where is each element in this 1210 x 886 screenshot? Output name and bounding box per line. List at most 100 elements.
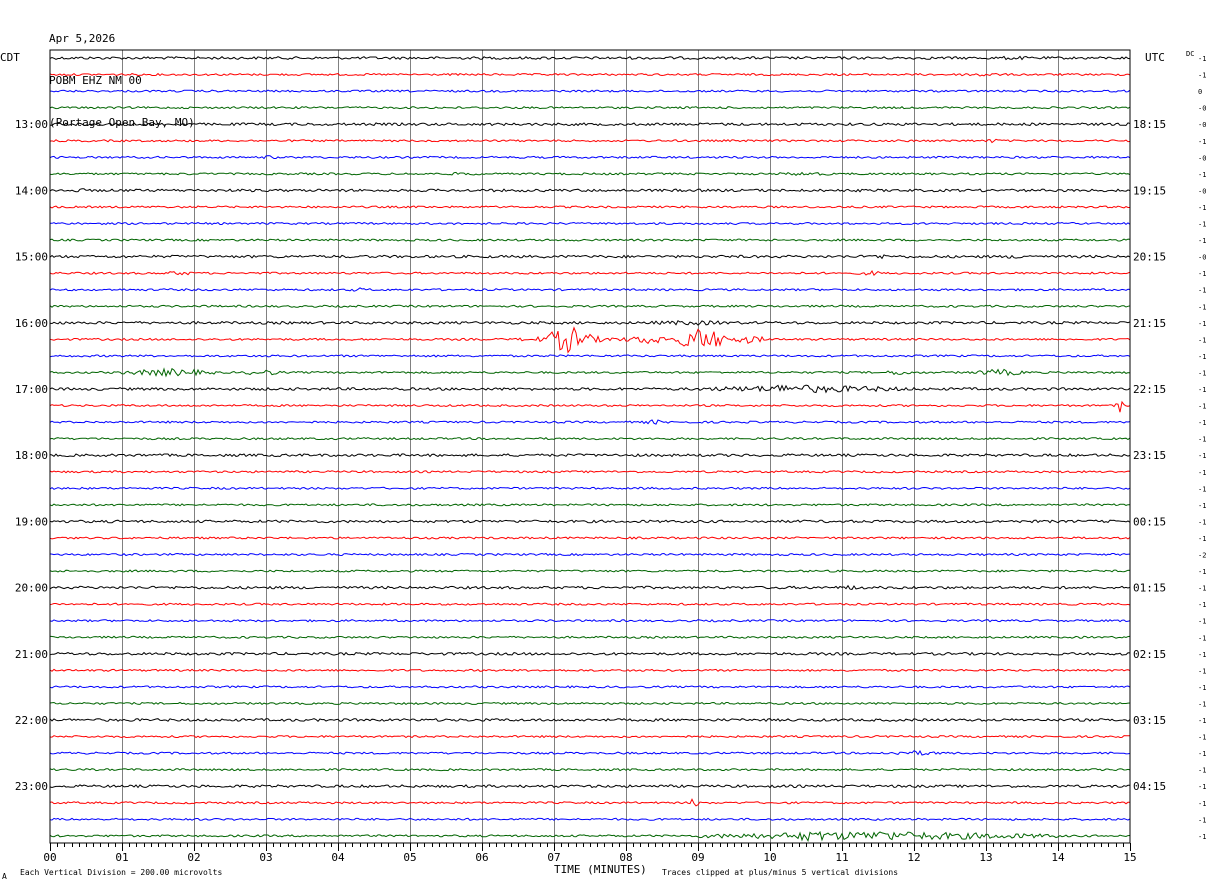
seismic-trace	[49, 817, 1131, 821]
dc-offset-label: -1	[1198, 55, 1206, 63]
utc-hour-label: 19:15	[1133, 184, 1166, 197]
cdt-hour-label: 15:00	[15, 251, 48, 264]
seismic-trace	[49, 536, 1131, 540]
dc-offset-label: -1	[1198, 221, 1206, 229]
x-axis-title: TIME (MINUTES)	[554, 863, 647, 876]
seismic-trace	[49, 155, 1131, 160]
dc-offset-label: 0	[1198, 88, 1202, 96]
seismic-trace	[49, 437, 1131, 441]
header-date: Apr 5,2026	[49, 32, 116, 45]
axis-labels: 00 01 02 03 04 05 06 07 08 09 10 11 12 13 14 15-1-10-0-…	[15, 55, 1207, 864]
seismic-trace	[49, 718, 1131, 723]
dc-header-label: DC	[1186, 50, 1194, 58]
cdt-hour-label: 21:00	[15, 648, 48, 661]
header-station: POBM EHZ NM 00	[49, 74, 142, 87]
x-tick-label: 00	[43, 851, 56, 864]
plot-frame	[49, 49, 1131, 844]
cdt-hour-label: 22:00	[15, 714, 48, 727]
dc-offset-label: -1	[1198, 72, 1206, 80]
x-tick-label: 02	[187, 851, 200, 864]
seismic-trace	[49, 685, 1131, 689]
seismic-trace	[49, 138, 1131, 144]
dc-offset-label: -1	[1198, 320, 1206, 328]
x-tick-label: 06	[475, 851, 488, 864]
seismic-trace	[49, 453, 1131, 458]
utc-hour-label: 20:15	[1133, 251, 1166, 264]
dc-offset-label: -0	[1198, 121, 1206, 129]
utc-hour-label: 22:15	[1133, 383, 1166, 396]
dc-offset-label: -1	[1198, 667, 1206, 675]
dc-offset-label: -1	[1198, 204, 1206, 212]
minute-grid	[122, 50, 1059, 843]
header-location: (Portage Open Bay, MO)	[49, 116, 195, 129]
seismic-trace	[49, 701, 1131, 706]
seismic-trace	[49, 106, 1131, 110]
seismic-traces	[49, 55, 1131, 843]
x-tick-label: 03	[259, 851, 272, 864]
dc-offset-label: -1	[1198, 469, 1206, 477]
seismic-trace	[49, 188, 1131, 193]
utc-hour-label: 18:15	[1133, 118, 1166, 131]
seismic-trace	[49, 798, 1130, 807]
seismic-trace	[49, 749, 1131, 756]
dc-offset-label: -1	[1198, 171, 1206, 179]
dc-offset-label: -1	[1198, 750, 1206, 758]
dc-offset-label: -1	[1198, 403, 1206, 411]
seismic-trace	[49, 618, 1131, 623]
seismic-trace	[49, 89, 1131, 93]
dc-offset-label: -0	[1198, 154, 1206, 162]
dc-offset-label: -1	[1198, 237, 1206, 245]
dc-offset-label: -1	[1198, 535, 1206, 543]
right-timezone-label: UTC	[1145, 51, 1165, 64]
cdt-hour-label: 13:00	[15, 118, 48, 131]
dc-offset-label: -1	[1198, 816, 1206, 824]
dc-offset-label: -1	[1198, 419, 1206, 427]
x-tick-label: 14	[1051, 851, 1065, 864]
cdt-hour-label: 19:00	[15, 515, 48, 528]
utc-hour-label: 00:15	[1133, 515, 1166, 528]
dc-offset-label: -1	[1198, 634, 1206, 642]
dc-offset-label: -1	[1198, 138, 1206, 146]
cdt-hour-label: 18:00	[15, 449, 48, 462]
plot-header: Apr 5,2026 POBM EHZ NM 00 (Portage Open …	[49, 4, 195, 144]
seismic-trace	[49, 238, 1131, 242]
dc-offset-label: -1	[1198, 386, 1206, 394]
seismic-trace	[49, 734, 1130, 739]
seismic-trace	[49, 830, 1131, 843]
dc-offset-label: -1	[1198, 585, 1206, 593]
dc-offset-label: -1	[1198, 568, 1206, 576]
seismic-trace	[49, 635, 1131, 639]
utc-hour-label: 02:15	[1133, 648, 1166, 661]
dc-offset-label: -1	[1198, 270, 1206, 278]
dc-offset-label: -0	[1198, 187, 1206, 195]
dc-offset-label: -1	[1198, 618, 1206, 626]
utc-hour-label: 23:15	[1133, 449, 1166, 462]
seismic-trace	[49, 552, 1131, 557]
cdt-hour-label: 23:00	[15, 780, 48, 793]
dc-offset-label: -1	[1198, 336, 1206, 344]
seismic-trace	[49, 470, 1131, 474]
seismic-trace	[49, 486, 1131, 490]
dc-offset-label: -2	[1198, 552, 1206, 560]
utc-hour-label: 03:15	[1133, 714, 1166, 727]
dc-offset-label: -1	[1198, 436, 1206, 444]
x-tick-label: 12	[907, 851, 920, 864]
left-timezone-label: CDT	[0, 51, 20, 64]
seismic-trace	[49, 55, 1131, 61]
seismic-trace	[49, 354, 1131, 358]
dc-offset-label: -1	[1198, 700, 1206, 708]
clip-note: Traces clipped at plus/minus 5 vertical …	[662, 868, 898, 877]
seismic-trace	[49, 319, 1131, 326]
dc-offset-label: -1	[1198, 833, 1206, 841]
dc-offset-label: -1	[1198, 287, 1206, 295]
cdt-hour-label: 16:00	[15, 317, 48, 330]
footer-mark: A	[2, 872, 7, 881]
seismic-trace	[49, 400, 1131, 413]
seismic-trace	[49, 72, 1131, 77]
cdt-hour-label: 20:00	[15, 582, 48, 595]
seismic-trace	[49, 254, 1131, 260]
cdt-hour-label: 17:00	[15, 383, 48, 396]
seismic-trace	[49, 304, 1131, 308]
dc-offset-label: -1	[1198, 485, 1206, 493]
seismic-trace	[49, 367, 1131, 378]
